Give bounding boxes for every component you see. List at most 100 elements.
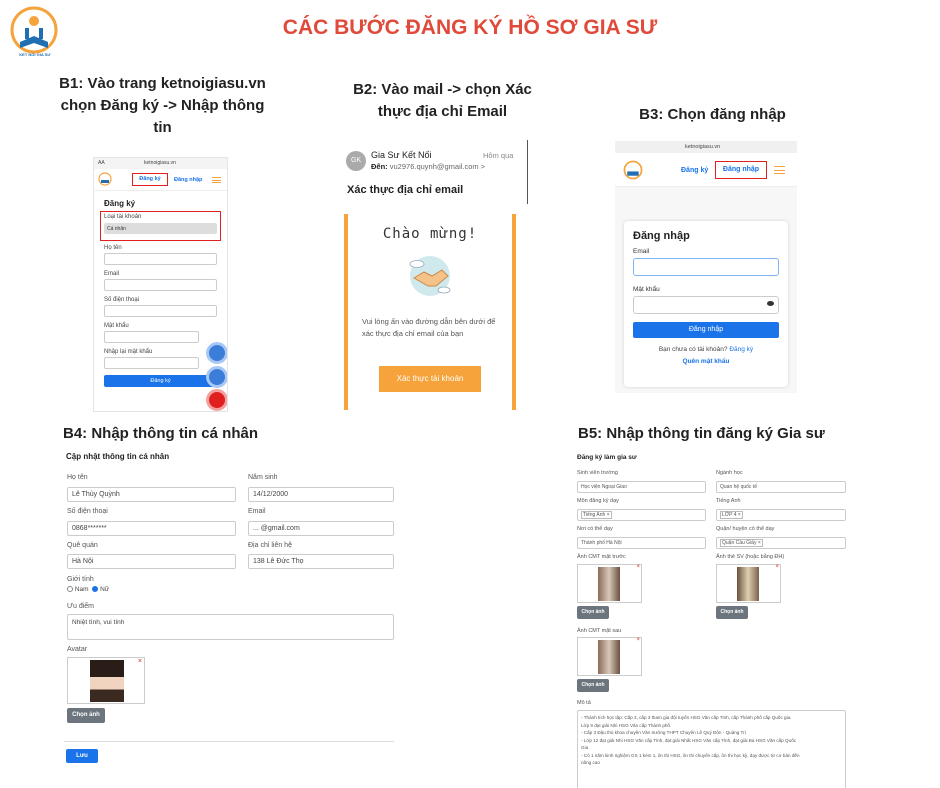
step-2-title: B2: Vào mail -> chọn Xác thực địa chỉ Em… xyxy=(353,81,532,120)
messenger-icon[interactable] xyxy=(206,342,227,364)
step-5-title: B5: Nhập thông tin đăng ký Gia sư xyxy=(578,425,825,442)
login-card: Đăng nhập Email Mật khẩu Đăng nhập Bạn c… xyxy=(624,221,788,387)
register-prompt: Bạn chưa có tài khoản? Đăng ký xyxy=(633,346,779,353)
nav-register-link[interactable]: Đăng ký xyxy=(681,167,708,174)
confirm-password-input[interactable] xyxy=(104,357,199,369)
id-back-label: Ảnh CMT mặt sau xyxy=(577,628,622,634)
teaching-place-select[interactable]: Thành phố Hà Nội xyxy=(577,537,706,549)
menu-icon[interactable] xyxy=(212,177,221,183)
tutor-register-heading: Đăng ký làm gia sư xyxy=(577,454,637,461)
phone-label: Số điện thoại xyxy=(67,508,108,515)
personal-info-screenshot: Cập nhật thông tin cá nhân Họ tên Lê Thù… xyxy=(64,452,394,742)
email-input[interactable]: ... @gmail.com xyxy=(248,521,394,536)
logo-caption: KẾT NỐI GIA SƯ xyxy=(19,52,51,57)
login-title: Đăng nhập xyxy=(633,230,690,242)
nav-login-button[interactable]: Đăng nhập xyxy=(715,161,767,179)
birth-year-input[interactable]: 14/12/2000 xyxy=(248,487,394,502)
menu-icon[interactable] xyxy=(774,166,785,174)
district-tag[interactable]: Quận Cầu Giấy × xyxy=(720,539,763,547)
level-tag[interactable]: LỚP 4 × xyxy=(720,511,743,519)
gender-options: Nam Nữ xyxy=(67,586,109,593)
login-password-input[interactable] xyxy=(633,296,779,314)
text-size-control[interactable]: AA xyxy=(98,160,105,166)
id-front-label: Ảnh CMT mặt trước xyxy=(577,554,626,560)
form-title: Đăng ký xyxy=(104,199,136,208)
email-recipient: Đến: vu2976.quynh@gmail.com > xyxy=(371,162,486,171)
account-type-group: Loại tài khoản Cá nhân xyxy=(100,211,221,241)
tutor-register-screenshot: Đăng ký làm gia sư Sinh viên trường Học … xyxy=(576,454,848,788)
female-radio[interactable] xyxy=(92,586,99,593)
recipient-address: vu2976.quynh@gmail.com > xyxy=(389,162,486,171)
email-time: Hôm qua xyxy=(483,151,514,160)
step-1-title: B1: Vào trang ketnoigiasu.vn chọn Đăng k… xyxy=(59,75,266,136)
subject-tag[interactable]: Tiếng Anh × xyxy=(581,511,612,519)
district-select[interactable]: Quận Cầu Giấy × xyxy=(716,537,846,549)
id-back-preview: × xyxy=(577,637,642,676)
remove-student-card-icon[interactable]: × xyxy=(775,564,779,570)
choose-id-back-button[interactable]: Chọn ảnh xyxy=(577,679,609,692)
zalo-icon[interactable] xyxy=(206,366,227,388)
subject-level-select[interactable]: LỚP 4 × xyxy=(716,509,846,521)
email-label: Email xyxy=(248,508,266,515)
register-link[interactable]: Đăng ký xyxy=(729,346,753,353)
phone-label: Số điện thoại xyxy=(104,297,140,303)
choose-student-card-button[interactable]: Chọn ảnh xyxy=(716,606,748,619)
phone-input[interactable]: 0868******* xyxy=(67,521,236,536)
register-submit-button[interactable]: Đăng ký xyxy=(104,375,217,387)
avatar-label: Avatar xyxy=(67,646,88,653)
confirm-password-label: Nhập lại mật khẩu xyxy=(104,349,153,355)
forgot-password-link[interactable]: Quên mật khẩu xyxy=(633,358,779,365)
remove-id-front-icon[interactable]: × xyxy=(636,564,640,570)
description-textarea[interactable]: - Thành tích học tập: Cấp 2, cấp 3 tham … xyxy=(577,710,846,788)
url-text[interactable]: ketnoigiasu.vn xyxy=(685,144,720,150)
id-front-preview: × xyxy=(577,564,642,603)
choose-id-front-button[interactable]: Chọn ảnh xyxy=(577,606,609,619)
show-password-icon[interactable] xyxy=(767,301,774,306)
name-input[interactable]: Lê Thùy Quỳnh xyxy=(67,487,236,502)
login-email-input[interactable] xyxy=(633,258,779,276)
login-screenshot: ketnoigiasu.vn Đăng ký Đăng nhập Đăng nh… xyxy=(615,141,797,393)
no-account-text: Bạn chưa có tài khoản? xyxy=(658,346,728,353)
sender-avatar: GK xyxy=(346,151,366,171)
student-card-label: Ảnh thẻ SV (hoặc bằng ĐH) xyxy=(716,554,785,560)
email-screenshot: GK Gia Sư Kết Nối Hôm qua Đến: vu2976.qu… xyxy=(340,140,528,410)
name-input[interactable] xyxy=(104,253,217,265)
strengths-textarea[interactable]: Nhiệt tình, vui tính xyxy=(67,614,394,640)
avatar-preview: × xyxy=(67,657,145,704)
description-line: - Lớp 12 đạt giải Nhì HSG Văn cấp Tỉnh, … xyxy=(581,737,797,743)
email-body: Chào mừng! Vui lòng ấn vào đường dẫn bên… xyxy=(344,214,516,410)
id-front-photo xyxy=(598,567,620,601)
verify-account-button[interactable]: Xác thực tài khoản xyxy=(379,366,481,392)
gender-label: Giới tính xyxy=(67,576,94,583)
url-text[interactable]: ketnoigiasu.vn xyxy=(144,160,176,166)
address-input[interactable]: 138 Lê Đức Thọ xyxy=(248,554,394,569)
district-label: Quận/ huyện có thể dạy xyxy=(716,526,775,532)
strengths-label: Ưu điểm xyxy=(67,603,94,610)
save-button[interactable]: Lưu xyxy=(66,749,98,763)
major-input[interactable]: Quan hệ quốc tế xyxy=(716,481,846,493)
email-header: GK Gia Sư Kết Nối Hôm qua Đến: vu2976.qu… xyxy=(340,140,528,204)
hometown-input[interactable]: Hà Nội xyxy=(67,554,236,569)
remove-avatar-icon[interactable]: × xyxy=(138,658,142,665)
nav-register-button[interactable]: Đăng ký xyxy=(132,173,168,186)
remove-id-back-icon[interactable]: × xyxy=(636,637,640,643)
school-input[interactable]: Học viện Ngoại Giao xyxy=(577,481,706,493)
personal-info-heading: Cập nhật thông tin cá nhân xyxy=(66,452,170,461)
email-input[interactable] xyxy=(104,279,217,291)
description-line: - Thành tích học tập: Cấp 2, cấp 3 tham … xyxy=(581,715,792,720)
description-line: nâng cao xyxy=(581,760,600,765)
description-line: - Có 1 năm kinh nghiệm GS 1 kèm 1, ôn th… xyxy=(581,752,800,758)
password-input[interactable] xyxy=(104,331,199,343)
choose-avatar-button[interactable]: Chọn ảnh xyxy=(67,708,105,723)
name-label: Họ tên xyxy=(104,245,122,251)
subject-select[interactable]: Tiếng Anh × xyxy=(577,509,706,521)
login-submit-button[interactable]: Đăng nhập xyxy=(633,322,779,338)
account-type-select[interactable]: Cá nhân xyxy=(104,223,217,234)
id-back-photo xyxy=(598,640,620,674)
male-radio[interactable] xyxy=(67,586,73,593)
phone-input[interactable] xyxy=(104,305,217,317)
student-card-photo xyxy=(737,567,759,601)
name-label: Họ tên xyxy=(67,474,88,481)
nav-login-link[interactable]: Đăng nhập xyxy=(174,177,202,183)
phone-call-icon[interactable] xyxy=(206,389,227,411)
